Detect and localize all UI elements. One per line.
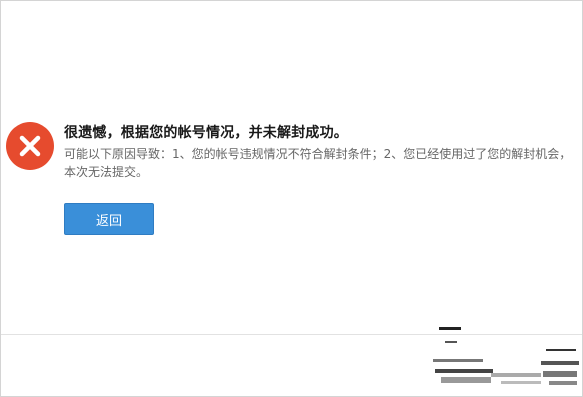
error-message: 可能以下原因导致：1、您的帐号违规情况不符合解封条件；2、您已经使用过了您的解封… <box>64 147 572 179</box>
watermark-graphic <box>433 327 579 385</box>
back-button[interactable]: 返回 <box>64 203 154 235</box>
error-close-icon <box>6 122 54 170</box>
error-page: 很遗憾，根据您的帐号情况，并未解封成功。 可能以下原因导致：1、您的帐号违规情况… <box>0 0 583 397</box>
error-title: 很遗憾，根据您的帐号情况，并未解封成功。 <box>64 125 348 141</box>
